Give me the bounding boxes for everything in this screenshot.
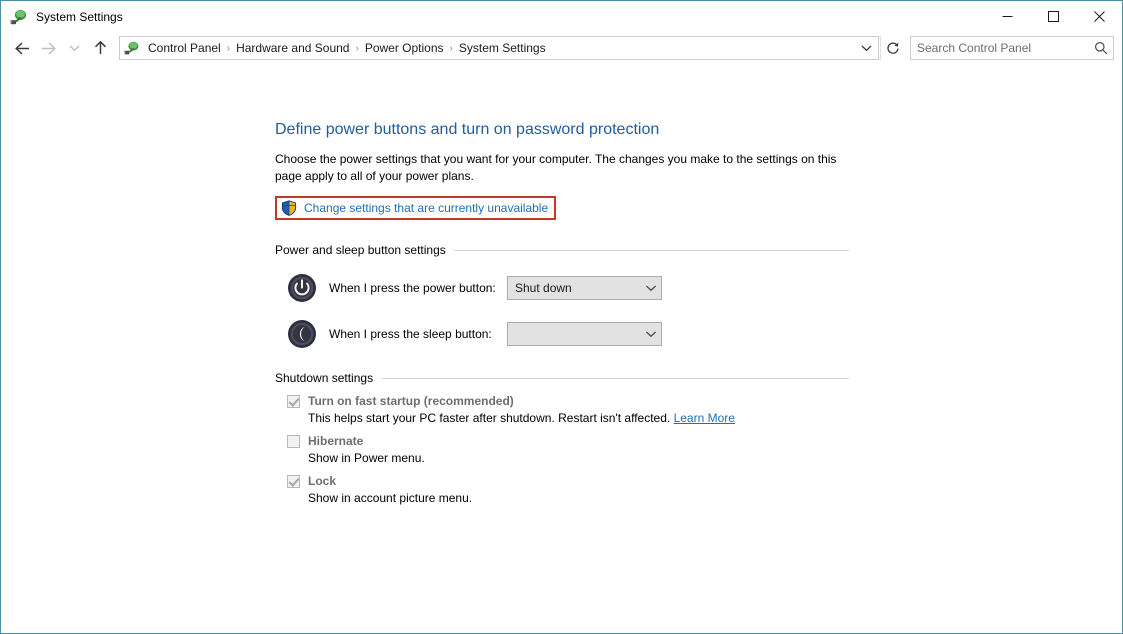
search-input[interactable] [911,41,1089,55]
lock-line[interactable]: Lock [287,474,855,488]
lock-checkbox[interactable] [287,475,300,488]
group-divider [454,250,849,251]
maximize-icon[interactable] [1030,1,1076,32]
shutdown-group-label: Shutdown settings [275,371,381,385]
sleep-button-icon [287,319,317,349]
fast-startup-description: This helps start your PC faster after sh… [308,411,855,425]
chevron-down-icon [645,284,657,292]
uac-shield-icon [281,200,297,216]
search-box[interactable] [910,36,1114,60]
chevron-down-icon[interactable] [856,37,876,59]
up-arrow-icon[interactable] [87,35,113,61]
power-button-dropdown-value: Shut down [515,281,645,295]
settings-pane: Define power buttons and turn on passwor… [275,120,855,505]
fast-startup-checkbox[interactable] [287,395,300,408]
breadcrumb-hardware-and-sound[interactable]: Hardware and Sound [231,37,354,59]
change-settings-link[interactable]: Change settings that are currently unava… [304,201,548,215]
hibernate-description: Show in Power menu. [308,451,855,465]
back-arrow-icon[interactable] [9,35,35,61]
page-title: Define power buttons and turn on passwor… [275,120,855,139]
breadcrumb-control-panel[interactable]: Control Panel [143,37,226,59]
lock-label: Lock [308,474,336,488]
power-button-icon [287,273,317,303]
power-button-dropdown[interactable]: Shut down [507,276,662,300]
power-sleep-group-header: Power and sleep button settings [275,243,849,257]
lock-description: Show in account picture menu. [308,491,855,505]
lock-item: Lock Show in account picture menu. [287,474,855,505]
address-bar[interactable]: Control Panel › Hardware and Sound › Pow… [119,36,879,60]
fast-startup-item: Turn on fast startup (recommended) This … [287,394,855,425]
power-button-label: When I press the power button: [329,281,507,295]
power-button-row: When I press the power button: Shut down [287,273,855,303]
shutdown-group-header: Shutdown settings [275,371,849,385]
hibernate-label: Hibernate [308,434,363,448]
learn-more-link[interactable]: Learn More [674,411,735,425]
close-icon[interactable] [1076,1,1122,32]
recent-pages-chevron-icon[interactable] [61,35,87,61]
change-settings-highlight-box: Change settings that are currently unava… [275,196,556,220]
content-area: Define power buttons and turn on passwor… [1,64,1122,621]
power-plug-icon [124,40,140,56]
breadcrumb-system-settings[interactable]: System Settings [454,37,551,59]
sleep-button-label: When I press the sleep button: [329,327,507,341]
page-description: Choose the power settings that you want … [275,151,841,185]
system-settings-window: System Settings [0,0,1123,634]
fast-startup-description-text: This helps start your PC faster after sh… [308,411,674,425]
search-icon[interactable] [1089,37,1113,59]
fast-startup-line[interactable]: Turn on fast startup (recommended) [287,394,855,408]
navigation-bar: Control Panel › Hardware and Sound › Pow… [1,32,1122,64]
fast-startup-label: Turn on fast startup (recommended) [308,394,514,408]
sleep-button-dropdown[interactable] [507,322,662,346]
sleep-button-row: When I press the sleep button: [287,319,855,349]
forward-arrow-icon[interactable] [35,35,61,61]
chevron-down-icon [645,330,657,338]
breadcrumb-power-options[interactable]: Power Options [360,37,449,59]
refresh-icon[interactable] [880,36,904,60]
hibernate-line[interactable]: Hibernate [287,434,855,448]
window-controls [984,1,1122,32]
power-sleep-group-label: Power and sleep button settings [275,243,454,257]
window-title: System Settings [36,11,123,23]
power-plug-icon [10,8,28,26]
title-bar: System Settings [1,1,1122,32]
hibernate-item: Hibernate Show in Power menu. [287,434,855,465]
minimize-icon[interactable] [984,1,1030,32]
group-divider [381,378,849,379]
hibernate-checkbox[interactable] [287,435,300,448]
